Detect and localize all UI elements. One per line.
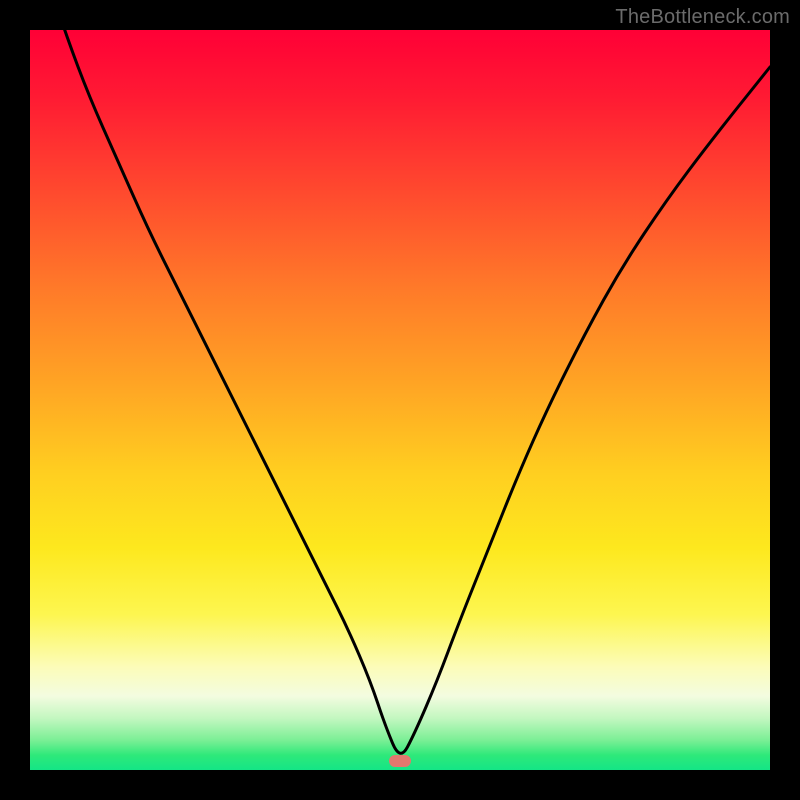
chart-frame: TheBottleneck.com xyxy=(0,0,800,800)
bottleneck-curve xyxy=(30,30,770,770)
watermark-text: TheBottleneck.com xyxy=(615,6,790,29)
minimum-marker xyxy=(389,755,411,767)
plot-area xyxy=(30,30,770,770)
